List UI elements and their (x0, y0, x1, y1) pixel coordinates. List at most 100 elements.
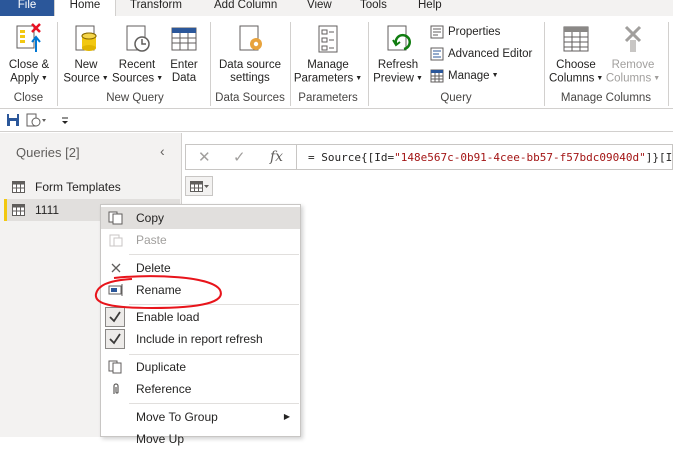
close-apply-icon (16, 23, 41, 52)
chevron-down-icon: ▼ (156, 75, 164, 82)
tab-tools[interactable]: Tools (356, 0, 391, 16)
menu-separator (129, 354, 299, 355)
table-options-button[interactable] (185, 176, 213, 196)
new-source-label-2: Source (63, 72, 100, 85)
tab-view[interactable]: View (303, 0, 336, 16)
new-source-button[interactable]: New Source ▼ (62, 22, 110, 86)
menu-item-paste[interactable]: Paste (101, 229, 300, 251)
choose-columns-button[interactable]: Choose Columns ▼ (549, 22, 603, 86)
tab-file[interactable]: File (0, 0, 54, 16)
customize-toolbar-icon[interactable] (60, 113, 70, 127)
annotation-circle (94, 275, 222, 310)
menu-label: Copy (136, 211, 165, 225)
data-source-settings-button[interactable]: Data source settings (214, 22, 286, 85)
menu-item-include-refresh[interactable]: Include in report refresh (101, 328, 300, 350)
advanced-editor-icon (430, 47, 444, 61)
recent-sources-button[interactable]: Recent Sources ▼ (112, 22, 164, 86)
manage-button[interactable]: Manage ▼ (430, 67, 499, 85)
enter-data-button[interactable]: Enter Data (164, 22, 204, 85)
query-label: 1111 (35, 203, 60, 217)
formula-string: "148e567c-0b91-4cee-bb57-f57bdc09040d" (394, 151, 646, 164)
queries-pane-title: Queries [2] (16, 145, 80, 160)
ribbon: Close & Apply ▼ New Source ▼ Recent Source… (0, 16, 673, 109)
close-apply-button[interactable]: Close & Apply ▼ (6, 22, 52, 86)
table-icon (12, 181, 25, 193)
manage-parameters-label-1: Manage (307, 59, 349, 71)
divider (368, 22, 369, 106)
checkbox-include-refresh[interactable] (105, 329, 125, 349)
parameters-icon (318, 25, 338, 53)
recent-sources-label-1: Recent (118, 59, 156, 71)
group-label-manage-columns: Manage Columns (560, 92, 652, 104)
ribbon-tabs: File Home Transform Add Column View Tool… (0, 0, 673, 16)
formula-input[interactable]: = Source{[Id="148e567c-0b91-4cee-bb57-f5… (308, 151, 673, 164)
data-source-settings-label-2: settings (230, 72, 270, 84)
settings-gear-icon (239, 25, 262, 51)
chevron-down-icon: ▼ (491, 72, 499, 79)
duplicate-icon (108, 360, 122, 374)
divider (290, 22, 291, 106)
fx-icon: fx (270, 149, 284, 165)
divider (668, 22, 669, 106)
collapse-pane-icon[interactable]: ‹ (160, 143, 165, 159)
menu-item-move-to-group[interactable]: Move To Group ▶ (101, 406, 300, 428)
table-icon (171, 27, 197, 51)
chevron-right-icon: ▶ (283, 412, 290, 421)
group-label-query: Query (440, 92, 472, 104)
manage-parameters-button[interactable]: Manage Parameters ▼ (293, 22, 363, 86)
enter-data-label-2: Data (171, 72, 197, 84)
paperclip-icon (113, 383, 119, 394)
database-icon (75, 25, 97, 51)
refresh-preview-button[interactable]: Refresh Preview ▼ (373, 22, 423, 86)
refresh-icon (387, 25, 411, 51)
refresh-preview-label-2: Preview (373, 72, 414, 85)
manage-parameters-label-2: Parameters (293, 72, 354, 85)
quick-access-toolbar (0, 110, 673, 132)
remove-columns-icon (624, 25, 642, 52)
formula-prefix: = Source{[Id= (308, 151, 395, 164)
divider (210, 22, 211, 106)
query-label: Form Templates (35, 180, 121, 194)
chevron-down-icon: ▼ (596, 75, 604, 82)
menu-item-reference[interactable]: Reference (101, 378, 300, 400)
menu-label: Move To Group (136, 410, 218, 424)
menu-item-move-up[interactable]: Move Up (101, 428, 300, 450)
tab-transform[interactable]: Transform (126, 0, 186, 16)
formula-divider (296, 145, 297, 169)
context-menu: Copy Paste Delete Rename Enable load Inc… (100, 204, 301, 446)
choose-columns-label-1: Choose (556, 59, 596, 71)
choose-columns-label-2: Columns (549, 72, 595, 85)
advanced-editor-button[interactable]: Advanced Editor (430, 45, 532, 63)
confirm-formula-icon[interactable]: ✓ (233, 148, 246, 166)
chevron-down-icon: ▼ (101, 75, 109, 82)
new-source-label-1: New (74, 59, 98, 71)
menu-item-copy[interactable]: Copy (101, 207, 300, 229)
menu-label: Include in report refresh (136, 332, 263, 346)
cancel-formula-icon[interactable]: ✕ (198, 148, 211, 166)
properties-button[interactable]: Properties (430, 23, 500, 41)
enter-data-label-1: Enter (170, 59, 198, 71)
tab-add-column[interactable]: Add Column (210, 0, 281, 16)
remove-columns-button[interactable]: Remove Columns ▼ (605, 22, 661, 86)
close-apply-label-2: Apply (10, 72, 39, 85)
remove-columns-label-2: Columns (605, 72, 652, 85)
group-label-data-sources: Data Sources (215, 92, 285, 104)
divider (544, 22, 545, 106)
chevron-down-icon: ▼ (415, 75, 423, 82)
query-item-form-templates[interactable]: Form Templates (4, 176, 180, 198)
paste-icon (109, 234, 123, 247)
chevron-down-icon: ▼ (653, 75, 661, 82)
menu-item-duplicate[interactable]: Duplicate (101, 356, 300, 378)
manage-label: Manage (448, 70, 490, 83)
properties-icon (430, 25, 444, 39)
tab-home[interactable]: Home (54, 0, 116, 16)
tab-help[interactable]: Help (414, 0, 446, 16)
recent-sources-icon (126, 25, 150, 52)
close-apply-label-1: Close & (8, 59, 50, 71)
checkmark-icon (109, 333, 121, 345)
group-label-new-query: New Query (106, 92, 164, 104)
undo-history-icon[interactable] (26, 113, 48, 127)
recent-sources-label-2: Sources (112, 72, 155, 85)
save-icon[interactable] (6, 113, 20, 127)
menu-label: Reference (136, 382, 192, 396)
